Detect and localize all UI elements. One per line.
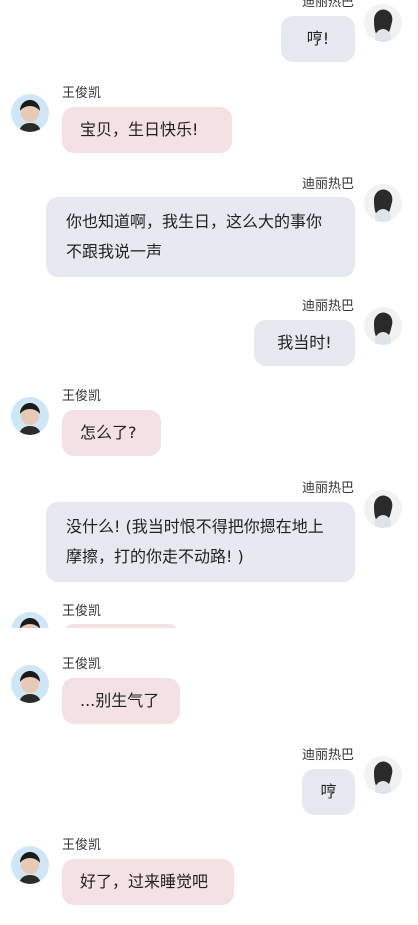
sender-name-him: 王俊凯 [62,657,102,672]
message-bubble: 好了，过来睡觉吧 [62,859,234,905]
sender-name-her: 迪丽热巴 [301,481,354,496]
message-bubble: 我当时! [254,320,355,366]
avatar-her[interactable] [364,307,402,345]
avatar-her[interactable] [364,4,402,42]
sender-name-her: 迪丽热巴 [301,177,354,192]
sender-name-her: 迪丽热巴 [301,299,354,314]
avatar-him[interactable] [11,94,49,132]
message-bubble: 怎么了? [62,410,161,456]
sender-name-her: 迪丽热巴 [301,748,354,763]
clipped-message-row: 王俊凯 [0,600,418,628]
message-bubble: 哼! [281,16,355,62]
message-bubble: ...别生气了 [62,678,180,724]
avatar-him[interactable] [11,665,49,703]
avatar-her[interactable] [364,490,402,528]
stitch-gap [0,628,418,650]
avatar-her[interactable] [364,184,402,222]
sender-name-him: 王俊凯 [62,389,102,404]
avatar-him[interactable] [11,846,49,884]
message-bubble: 哼 [302,769,355,815]
sender-name-her: 迪丽热巴 [301,0,354,10]
chat-view: 迪丽热巴 哼! 王俊凯 宝贝，生日快乐! 迪丽热巴 你也知道啊，我生日，这么大的… [0,0,418,925]
message-bubble: 没什么! (我当时恨不得把你摁在地上摩擦，打的你走不动路! ) [46,502,355,582]
message-bubble: 宝贝，生日快乐! [62,107,232,153]
sender-name-him: 王俊凯 [62,838,102,853]
sender-name-him: 王俊凯 [62,604,102,619]
message-bubble: 你也知道啊，我生日，这么大的事你不跟我说一声 [46,197,355,277]
avatar-him[interactable] [11,612,49,628]
sender-name-him: 王俊凯 [62,86,102,101]
avatar-him[interactable] [11,397,49,435]
avatar-her[interactable] [364,756,402,794]
